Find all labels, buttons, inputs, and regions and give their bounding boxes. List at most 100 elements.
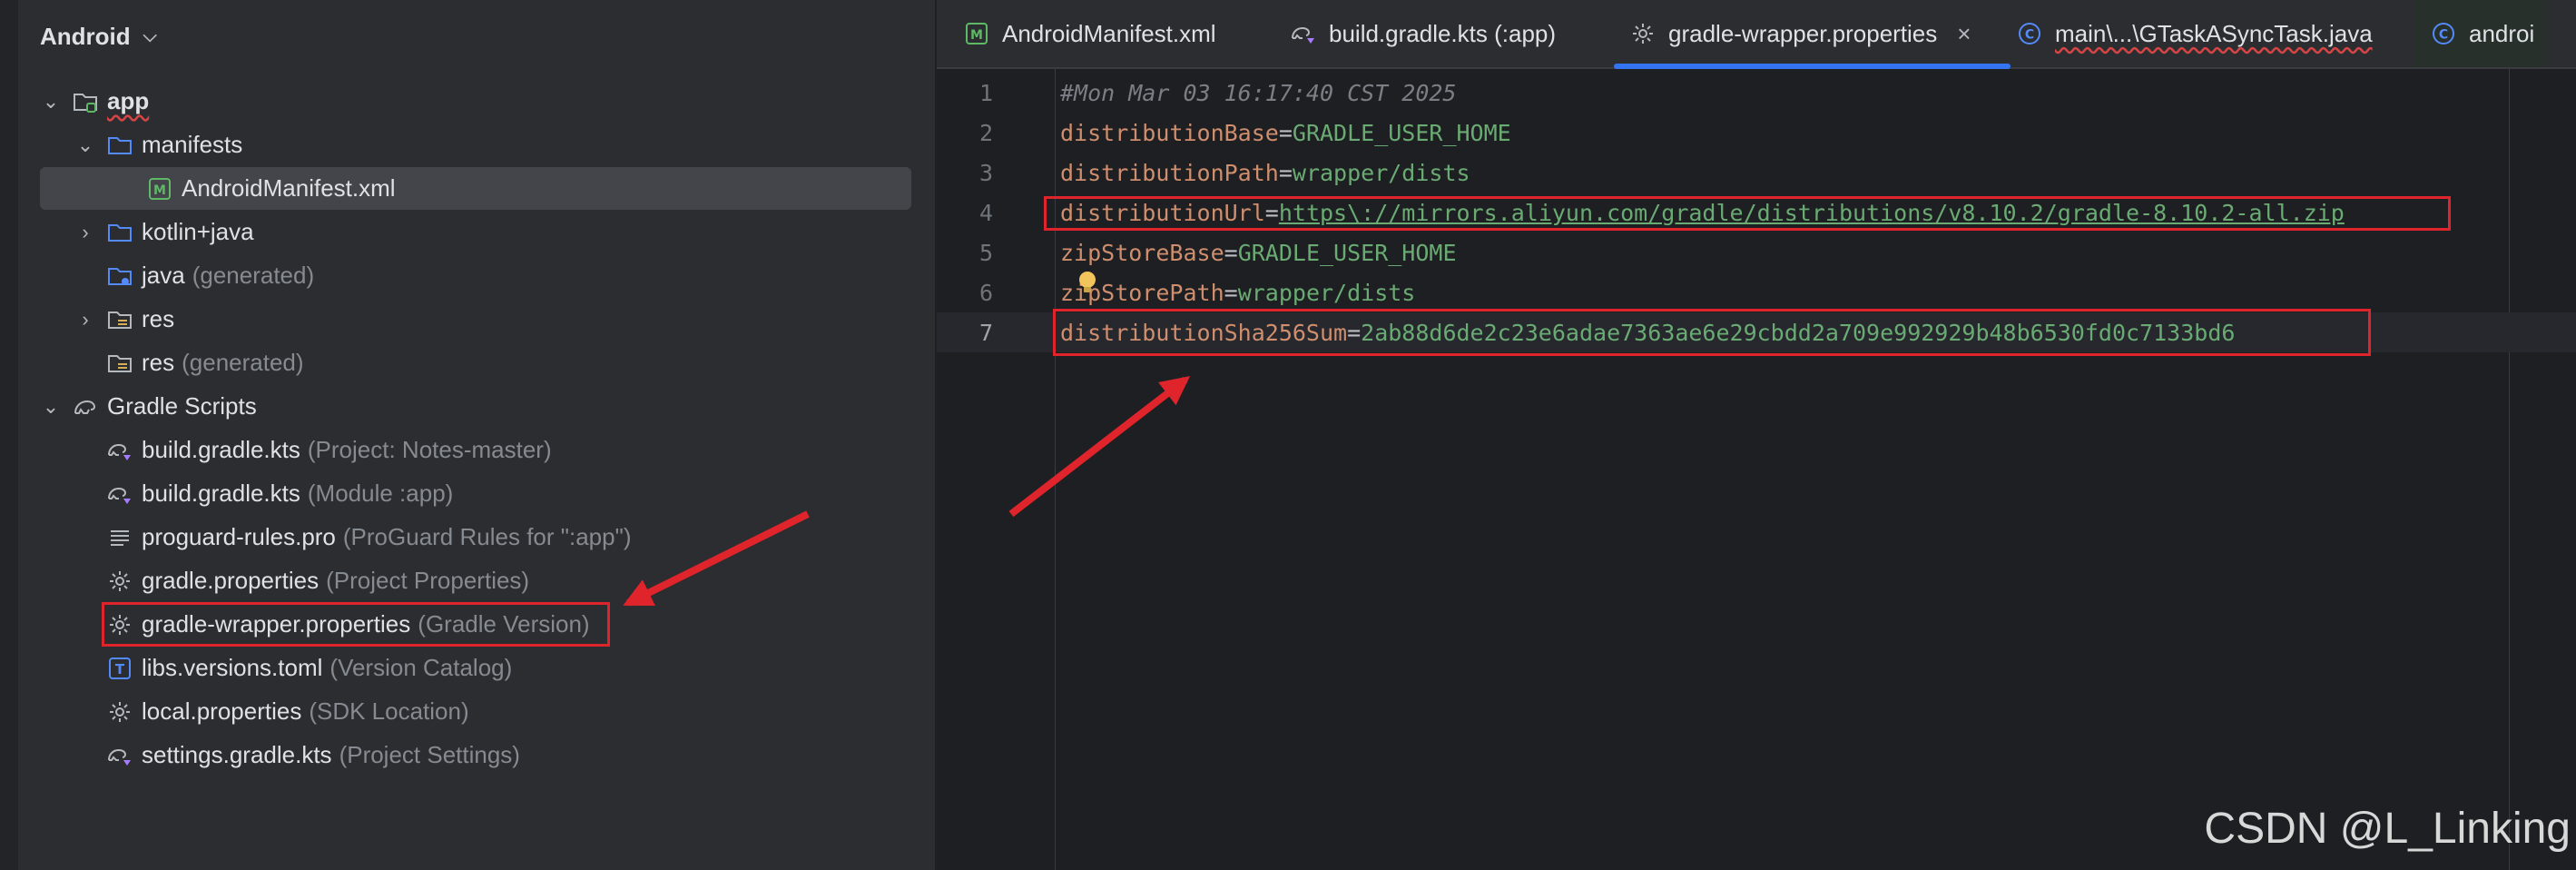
- tab-android-overflow[interactable]: C androi: [2414, 0, 2548, 67]
- code-line-1[interactable]: 1 #Mon Mar 03 16:17:40 CST 2025: [937, 73, 2576, 113]
- svg-text:C: C: [2025, 28, 2034, 43]
- code-line-6[interactable]: 6 zipStorePath=wrapper/dists: [937, 272, 2576, 312]
- tree-item-label: settings.gradle.kts: [142, 741, 332, 768]
- tree-item-app[interactable]: ⌄ app: [40, 80, 911, 123]
- tab-label: gradle-wrapper.properties: [1668, 19, 1938, 47]
- property-value: wrapper/dists: [1292, 159, 1470, 186]
- equals-sign: =: [1224, 279, 1238, 306]
- tab-gradle-wrapper-properties[interactable]: gradle-wrapper.properties ×: [1614, 0, 2011, 69]
- close-icon[interactable]: ×: [1957, 20, 1971, 48]
- chevron-down-icon[interactable]: ⌄: [40, 90, 62, 114]
- tree-item-res-generated[interactable]: res (generated): [40, 341, 911, 384]
- tree-item-build-gradle-module[interactable]: build.gradle.kts (Module :app): [40, 472, 911, 515]
- tree-item-androidmanifest[interactable]: M AndroidManifest.xml: [40, 167, 911, 210]
- equals-sign: =: [1278, 119, 1293, 146]
- tree-item-label: gradle.properties: [142, 567, 320, 594]
- tree-item-kotlin-java[interactable]: › kotlin+java: [40, 211, 911, 253]
- class-icon: C: [2427, 17, 2460, 50]
- gear-icon: [103, 565, 136, 598]
- tree-item-java-generated[interactable]: java (generated): [40, 254, 911, 297]
- lightbulb-icon[interactable]: [1075, 270, 1100, 297]
- tree-item-label: AndroidManifest.xml: [182, 174, 396, 202]
- tree-item-res[interactable]: › res: [40, 298, 911, 341]
- chevron-right-icon[interactable]: ›: [74, 308, 96, 331]
- text-lines-icon: [103, 521, 136, 554]
- property-key: distributionPath: [1060, 159, 1279, 186]
- tree-item-local-properties[interactable]: local.properties (SDK Location): [40, 690, 911, 733]
- tree-item-hint: (generated): [192, 262, 315, 289]
- tree-item-hint: (Version Catalog): [329, 654, 513, 681]
- gradle-kts-icon: [103, 739, 136, 772]
- tab-label: build.gradle.kts (:app): [1329, 19, 1557, 47]
- module-folder-icon: [69, 85, 102, 118]
- tree-item-label: kotlin+java: [142, 218, 254, 245]
- chevron-down-icon[interactable]: ⌄: [40, 395, 62, 419]
- code-line-2[interactable]: 2 distributionBase=GRADLE_USER_HOME: [937, 113, 2576, 153]
- tree-item-hint: (Project: Notes-master): [307, 436, 552, 463]
- tree-item-build-gradle-project[interactable]: build.gradle.kts (Project: Notes-master): [40, 429, 911, 471]
- gradle-icon: [69, 391, 102, 423]
- tree-item-libs-versions-toml[interactable]: T libs.versions.toml (Version Catalog): [40, 647, 911, 689]
- resource-folder-icon: [103, 347, 136, 380]
- tree-item-hint: (ProGuard Rules for ":app"): [342, 523, 632, 550]
- line-number: 7: [978, 319, 993, 346]
- tree-item-label: manifests: [142, 131, 243, 158]
- tool-window-strip: [0, 0, 18, 870]
- chevron-right-icon[interactable]: ›: [74, 221, 96, 244]
- gradle-kts-icon: [103, 478, 136, 510]
- generated-folder-icon: [103, 260, 136, 292]
- line-number: 4: [978, 199, 993, 226]
- tree-item-gradle-properties[interactable]: gradle.properties (Project Properties): [40, 559, 911, 602]
- line-number: 2: [978, 119, 993, 146]
- svg-text:M: M: [970, 28, 983, 43]
- line-number: 5: [978, 239, 993, 266]
- comment-text: #Mon Mar 03 16:17:40 CST 2025: [1060, 79, 1457, 106]
- annotation-box-url: [1044, 196, 2451, 231]
- code-line-5[interactable]: 5 zipStoreBase=GRADLE_USER_HOME: [937, 232, 2576, 272]
- tree-item-label: build.gradle.kts: [142, 479, 300, 507]
- tree-item-label: proguard-rules.pro: [142, 523, 336, 550]
- code-line-3[interactable]: 3 distributionPath=wrapper/dists: [937, 153, 2576, 193]
- line-number: 1: [978, 79, 993, 106]
- tab-gtaskasynctask[interactable]: C main\...\GTaskASyncTask.java: [2013, 0, 2373, 67]
- chevron-down-icon: ⌵: [143, 25, 157, 46]
- tree-item-hint: (Module :app): [307, 479, 454, 507]
- property-key: zipStoreBase: [1060, 239, 1224, 266]
- tree-item-label: java: [142, 262, 185, 289]
- tab-label: androi: [2469, 19, 2535, 47]
- property-key: distributionBase: [1060, 119, 1279, 146]
- tree-item-hint: (SDK Location): [309, 697, 469, 725]
- tree-item-manifests[interactable]: ⌄ manifests: [40, 124, 911, 166]
- tree-item-label: res: [142, 305, 175, 332]
- gradle-kts-icon: [103, 434, 136, 467]
- code-editor[interactable]: 1 #Mon Mar 03 16:17:40 CST 2025 2 distri…: [937, 69, 2576, 870]
- line-number: 6: [978, 279, 993, 306]
- resource-folder-icon: [103, 303, 136, 336]
- tree-item-label: libs.versions.toml: [142, 654, 323, 681]
- gradle-kts-icon: [1287, 17, 1320, 50]
- project-view-label: Android: [40, 22, 131, 50]
- tree-item-gradle-scripts[interactable]: ⌄ Gradle Scripts: [40, 385, 911, 428]
- tab-androidmanifest[interactable]: M AndroidManifest.xml: [960, 0, 1216, 67]
- tree-item-hint: (Project Properties): [326, 567, 530, 594]
- property-value: GRADLE_USER_HOME: [1237, 239, 1457, 266]
- svg-text:C: C: [2439, 28, 2448, 43]
- tree-item-label: build.gradle.kts: [142, 436, 300, 463]
- tree-item-hint: (generated): [182, 349, 304, 376]
- watermark: CSDN @L_Linking: [2204, 805, 2571, 853]
- annotation-box: [102, 602, 610, 647]
- line-number: 3: [978, 159, 993, 186]
- gear-icon: [1627, 17, 1659, 50]
- equals-sign: =: [1278, 159, 1293, 186]
- tree-item-label: app: [107, 87, 150, 114]
- chevron-down-icon[interactable]: ⌄: [74, 133, 96, 157]
- tree-item-label: local.properties: [142, 697, 302, 725]
- manifest-file-icon: M: [960, 17, 993, 50]
- tree-item-proguard-rules[interactable]: proguard-rules.pro (ProGuard Rules for "…: [40, 516, 911, 559]
- property-value: wrapper/dists: [1237, 279, 1416, 306]
- tab-build-gradle-app[interactable]: build.gradle.kts (:app): [1287, 0, 1556, 67]
- tree-item-settings-gradle[interactable]: settings.gradle.kts (Project Settings): [40, 734, 911, 776]
- editor-tab-bar: M AndroidManifest.xml build.gradle.kts (…: [937, 0, 2576, 69]
- svg-text:T: T: [115, 661, 125, 677]
- project-view-selector[interactable]: Android ⌵: [40, 20, 157, 53]
